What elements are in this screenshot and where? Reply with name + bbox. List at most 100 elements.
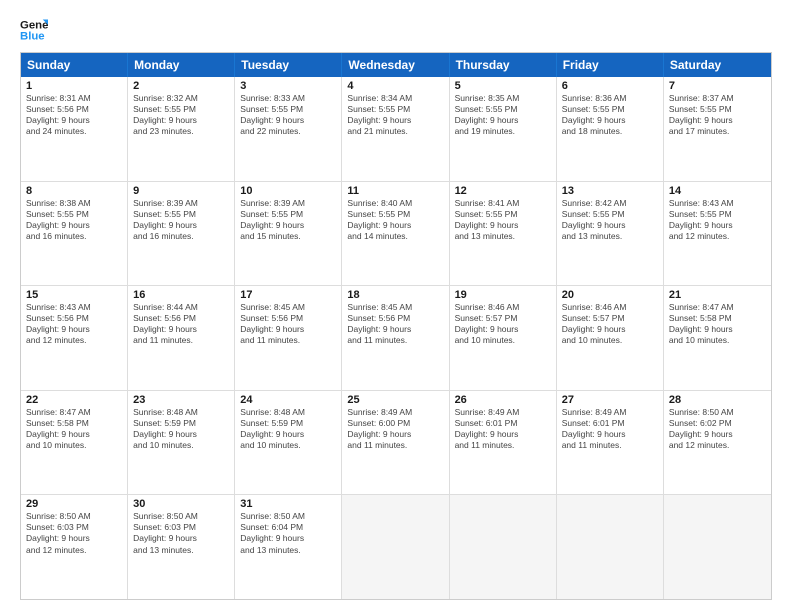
cal-week-row: 29Sunrise: 8:50 AMSunset: 6:03 PMDayligh…	[21, 494, 771, 599]
cal-week-row: 1Sunrise: 8:31 AMSunset: 5:56 PMDaylight…	[21, 77, 771, 181]
cal-day-text: Sunrise: 8:47 AMSunset: 5:58 PMDaylight:…	[669, 302, 766, 346]
cal-day-number: 23	[133, 394, 229, 406]
cal-cell: 22Sunrise: 8:47 AMSunset: 5:58 PMDayligh…	[21, 391, 128, 495]
svg-text:Blue: Blue	[20, 31, 45, 43]
cal-day-number: 20	[562, 289, 658, 301]
calendar: SundayMondayTuesdayWednesdayThursdayFrid…	[20, 52, 772, 600]
cal-day-number: 15	[26, 289, 122, 301]
cal-day-number: 3	[240, 80, 336, 92]
cal-day-text: Sunrise: 8:50 AMSunset: 6:03 PMDaylight:…	[133, 511, 229, 555]
cal-day-text: Sunrise: 8:38 AMSunset: 5:55 PMDaylight:…	[26, 198, 122, 242]
cal-day-text: Sunrise: 8:31 AMSunset: 5:56 PMDaylight:…	[26, 93, 122, 137]
cal-cell: 2Sunrise: 8:32 AMSunset: 5:55 PMDaylight…	[128, 77, 235, 181]
cal-day-text: Sunrise: 8:46 AMSunset: 5:57 PMDaylight:…	[455, 302, 551, 346]
cal-day-text: Sunrise: 8:40 AMSunset: 5:55 PMDaylight:…	[347, 198, 443, 242]
cal-day-number: 30	[133, 498, 229, 510]
logo-icon: General Blue	[20, 16, 48, 44]
cal-header-day: Saturday	[664, 53, 771, 77]
cal-day-text: Sunrise: 8:41 AMSunset: 5:55 PMDaylight:…	[455, 198, 551, 242]
cal-day-text: Sunrise: 8:35 AMSunset: 5:55 PMDaylight:…	[455, 93, 551, 137]
cal-day-number: 19	[455, 289, 551, 301]
header: General Blue	[20, 16, 772, 44]
cal-cell: 26Sunrise: 8:49 AMSunset: 6:01 PMDayligh…	[450, 391, 557, 495]
cal-day-text: Sunrise: 8:46 AMSunset: 5:57 PMDaylight:…	[562, 302, 658, 346]
calendar-body: 1Sunrise: 8:31 AMSunset: 5:56 PMDaylight…	[21, 77, 771, 599]
cal-day-text: Sunrise: 8:49 AMSunset: 6:00 PMDaylight:…	[347, 407, 443, 451]
cal-header-day: Tuesday	[235, 53, 342, 77]
cal-day-text: Sunrise: 8:45 AMSunset: 5:56 PMDaylight:…	[347, 302, 443, 346]
cal-day-number: 31	[240, 498, 336, 510]
cal-day-number: 26	[455, 394, 551, 406]
page: General Blue SundayMondayTuesdayWednesda…	[0, 0, 792, 612]
cal-day-number: 28	[669, 394, 766, 406]
cal-cell: 5Sunrise: 8:35 AMSunset: 5:55 PMDaylight…	[450, 77, 557, 181]
cal-cell: 31Sunrise: 8:50 AMSunset: 6:04 PMDayligh…	[235, 495, 342, 599]
cal-day-number: 7	[669, 80, 766, 92]
cal-day-number: 24	[240, 394, 336, 406]
cal-day-number: 18	[347, 289, 443, 301]
cal-day-number: 21	[669, 289, 766, 301]
cal-day-text: Sunrise: 8:48 AMSunset: 5:59 PMDaylight:…	[133, 407, 229, 451]
cal-cell	[557, 495, 664, 599]
cal-day-text: Sunrise: 8:43 AMSunset: 5:56 PMDaylight:…	[26, 302, 122, 346]
cal-cell: 25Sunrise: 8:49 AMSunset: 6:00 PMDayligh…	[342, 391, 449, 495]
cal-day-number: 9	[133, 185, 229, 197]
cal-day-number: 6	[562, 80, 658, 92]
cal-cell: 1Sunrise: 8:31 AMSunset: 5:56 PMDaylight…	[21, 77, 128, 181]
cal-day-number: 4	[347, 80, 443, 92]
cal-cell: 19Sunrise: 8:46 AMSunset: 5:57 PMDayligh…	[450, 286, 557, 390]
cal-week-row: 15Sunrise: 8:43 AMSunset: 5:56 PMDayligh…	[21, 285, 771, 390]
cal-cell: 6Sunrise: 8:36 AMSunset: 5:55 PMDaylight…	[557, 77, 664, 181]
cal-cell: 13Sunrise: 8:42 AMSunset: 5:55 PMDayligh…	[557, 182, 664, 286]
cal-cell: 17Sunrise: 8:45 AMSunset: 5:56 PMDayligh…	[235, 286, 342, 390]
cal-day-text: Sunrise: 8:37 AMSunset: 5:55 PMDaylight:…	[669, 93, 766, 137]
cal-cell: 24Sunrise: 8:48 AMSunset: 5:59 PMDayligh…	[235, 391, 342, 495]
cal-day-number: 22	[26, 394, 122, 406]
cal-cell: 16Sunrise: 8:44 AMSunset: 5:56 PMDayligh…	[128, 286, 235, 390]
cal-day-number: 2	[133, 80, 229, 92]
cal-header-day: Wednesday	[342, 53, 449, 77]
cal-week-row: 8Sunrise: 8:38 AMSunset: 5:55 PMDaylight…	[21, 181, 771, 286]
cal-cell: 21Sunrise: 8:47 AMSunset: 5:58 PMDayligh…	[664, 286, 771, 390]
cal-header-day: Friday	[557, 53, 664, 77]
cal-cell: 15Sunrise: 8:43 AMSunset: 5:56 PMDayligh…	[21, 286, 128, 390]
cal-day-text: Sunrise: 8:39 AMSunset: 5:55 PMDaylight:…	[240, 198, 336, 242]
cal-day-number: 27	[562, 394, 658, 406]
cal-cell: 27Sunrise: 8:49 AMSunset: 6:01 PMDayligh…	[557, 391, 664, 495]
cal-day-text: Sunrise: 8:32 AMSunset: 5:55 PMDaylight:…	[133, 93, 229, 137]
cal-day-text: Sunrise: 8:33 AMSunset: 5:55 PMDaylight:…	[240, 93, 336, 137]
cal-cell: 9Sunrise: 8:39 AMSunset: 5:55 PMDaylight…	[128, 182, 235, 286]
cal-day-text: Sunrise: 8:50 AMSunset: 6:03 PMDaylight:…	[26, 511, 122, 555]
cal-day-number: 14	[669, 185, 766, 197]
cal-week-row: 22Sunrise: 8:47 AMSunset: 5:58 PMDayligh…	[21, 390, 771, 495]
cal-day-text: Sunrise: 8:48 AMSunset: 5:59 PMDaylight:…	[240, 407, 336, 451]
cal-day-text: Sunrise: 8:49 AMSunset: 6:01 PMDaylight:…	[562, 407, 658, 451]
cal-cell	[342, 495, 449, 599]
cal-cell: 12Sunrise: 8:41 AMSunset: 5:55 PMDayligh…	[450, 182, 557, 286]
cal-cell: 11Sunrise: 8:40 AMSunset: 5:55 PMDayligh…	[342, 182, 449, 286]
cal-day-number: 12	[455, 185, 551, 197]
svg-text:General: General	[20, 19, 48, 31]
cal-cell: 29Sunrise: 8:50 AMSunset: 6:03 PMDayligh…	[21, 495, 128, 599]
cal-header-day: Thursday	[450, 53, 557, 77]
cal-cell: 14Sunrise: 8:43 AMSunset: 5:55 PMDayligh…	[664, 182, 771, 286]
cal-cell: 4Sunrise: 8:34 AMSunset: 5:55 PMDaylight…	[342, 77, 449, 181]
cal-day-number: 17	[240, 289, 336, 301]
cal-day-text: Sunrise: 8:45 AMSunset: 5:56 PMDaylight:…	[240, 302, 336, 346]
cal-cell	[664, 495, 771, 599]
cal-cell: 20Sunrise: 8:46 AMSunset: 5:57 PMDayligh…	[557, 286, 664, 390]
cal-cell: 7Sunrise: 8:37 AMSunset: 5:55 PMDaylight…	[664, 77, 771, 181]
cal-cell: 10Sunrise: 8:39 AMSunset: 5:55 PMDayligh…	[235, 182, 342, 286]
cal-cell: 3Sunrise: 8:33 AMSunset: 5:55 PMDaylight…	[235, 77, 342, 181]
calendar-header: SundayMondayTuesdayWednesdayThursdayFrid…	[21, 53, 771, 77]
cal-day-number: 25	[347, 394, 443, 406]
cal-header-day: Monday	[128, 53, 235, 77]
cal-day-number: 16	[133, 289, 229, 301]
cal-day-number: 11	[347, 185, 443, 197]
cal-day-text: Sunrise: 8:50 AMSunset: 6:04 PMDaylight:…	[240, 511, 336, 555]
cal-cell: 23Sunrise: 8:48 AMSunset: 5:59 PMDayligh…	[128, 391, 235, 495]
cal-day-number: 29	[26, 498, 122, 510]
cal-header-day: Sunday	[21, 53, 128, 77]
cal-cell: 8Sunrise: 8:38 AMSunset: 5:55 PMDaylight…	[21, 182, 128, 286]
cal-day-text: Sunrise: 8:34 AMSunset: 5:55 PMDaylight:…	[347, 93, 443, 137]
